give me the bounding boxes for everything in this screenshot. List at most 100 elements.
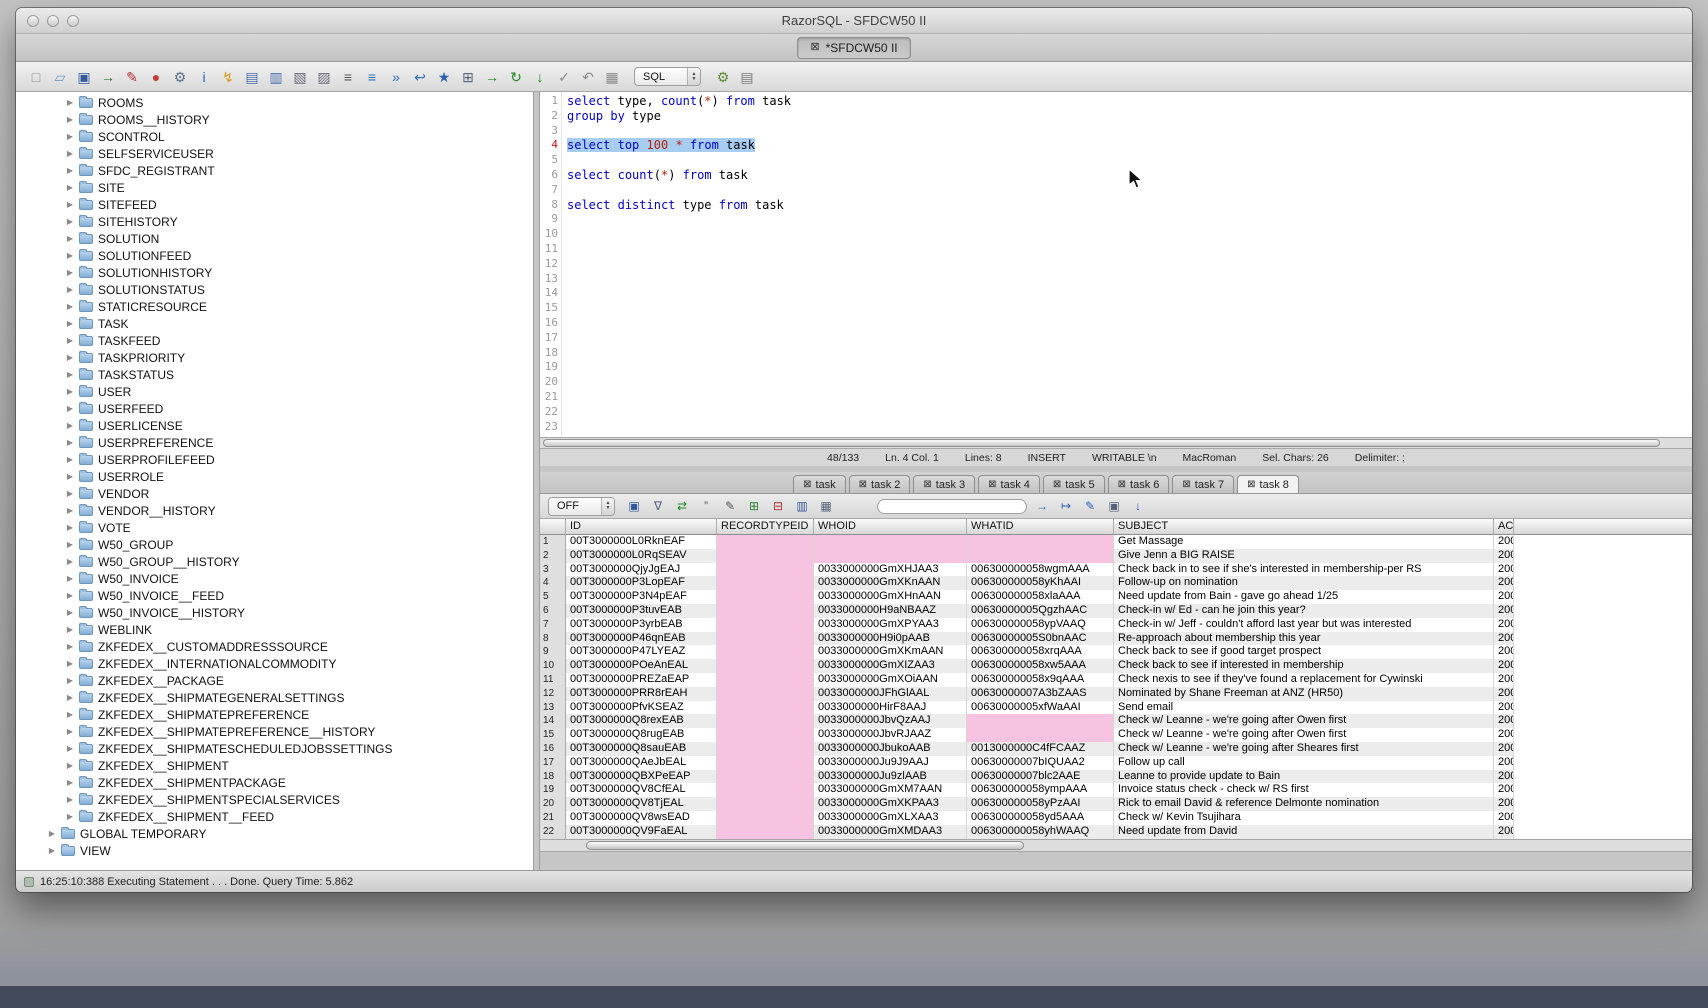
reload-icon[interactable]: ↻ <box>506 67 526 87</box>
results-tab-task-7[interactable]: ⊠task 7 <box>1172 475 1234 493</box>
cell-subject[interactable]: Check w/ Leanne - we're going after Shea… <box>1114 742 1494 756</box>
expand-arrow-icon[interactable]: ▶ <box>64 404 76 413</box>
code-line[interactable] <box>567 212 1692 227</box>
cell-id[interactable]: 00T3000000P3tuvEAB <box>566 604 717 618</box>
tree-item-w50-group-history[interactable]: ▶W50_GROUP__HISTORY <box>16 553 533 570</box>
expand-arrow-icon[interactable]: ▶ <box>64 302 76 311</box>
row-number-cell[interactable]: 15 <box>540 728 566 742</box>
cell-id[interactable]: 00T3000000POeAnEAL <box>566 659 717 673</box>
tree-item-taskstatus[interactable]: ▶TASKSTATUS <box>16 366 533 383</box>
tree-item-userrole[interactable]: ▶USERROLE <box>16 468 533 485</box>
table-row[interactable]: 700T3000000P3yrbEAB0033000000GmXPYAA3006… <box>540 618 1692 632</box>
cell-recordtypeid[interactable] <box>717 535 814 549</box>
code-line[interactable] <box>567 183 1692 198</box>
favorites-icon[interactable]: ★ <box>434 67 454 87</box>
tree-item-vendor-history[interactable]: ▶VENDOR__HISTORY <box>16 502 533 519</box>
paste-icon[interactable]: ▨ <box>314 67 334 87</box>
cell-whoid[interactable]: 0033000000Ju9zlAAB <box>814 770 967 784</box>
cell-recordtypeid[interactable] <box>717 576 814 590</box>
cell-subject[interactable]: Check-in w/ Jeff - couldn't afford last … <box>1114 618 1494 632</box>
row-number-cell[interactable]: 2 <box>540 549 566 563</box>
code-line[interactable] <box>567 316 1692 331</box>
row-number-cell[interactable]: 14 <box>540 714 566 728</box>
cell-ac[interactable]: 200 <box>1494 797 1514 811</box>
expand-arrow-icon[interactable]: ▶ <box>64 591 76 600</box>
export-icon[interactable]: ▥ <box>266 67 286 87</box>
tools-icon[interactable]: ⊞ <box>458 67 478 87</box>
insert-row-icon[interactable]: ⊞ <box>745 497 763 515</box>
cell-whoid[interactable]: 0033000000GmXOiAAN <box>814 673 967 687</box>
code-line[interactable] <box>567 405 1692 420</box>
tree-item-zkfedex-shipmatepreference[interactable]: ▶ZKFEDEX__SHIPMATEPREFERENCE <box>16 706 533 723</box>
row-limit-select[interactable]: OFF ▲ ▼ <box>548 497 615 516</box>
expand-arrow-icon[interactable]: ▶ <box>64 268 76 277</box>
expand-arrow-icon[interactable]: ▶ <box>64 761 76 770</box>
results-tab-task[interactable]: ⊠task <box>793 475 846 493</box>
format-icon[interactable]: ≡ <box>362 67 382 87</box>
expand-arrow-icon[interactable]: ▶ <box>46 846 58 855</box>
expand-arrow-icon[interactable]: ▶ <box>64 557 76 566</box>
cell-recordtypeid[interactable] <box>717 659 814 673</box>
tree-item-w50-invoice-history[interactable]: ▶W50_INVOICE__HISTORY <box>16 604 533 621</box>
close-tab-icon[interactable]: ⊠ <box>810 42 819 53</box>
column-header-ac[interactable]: AC <box>1494 519 1514 535</box>
cell-whoid[interactable]: 0033000000JbvRJAAZ <box>814 728 967 742</box>
row-number-cell[interactable]: 13 <box>540 701 566 715</box>
cell-id[interactable]: 00T3000000QjyJgEAJ <box>566 563 717 577</box>
connection-icon[interactable]: ⚙ <box>170 67 190 87</box>
cell-id[interactable]: 00T3000000QAeJbEAL <box>566 756 717 770</box>
row-number-cell[interactable]: 17 <box>540 756 566 770</box>
cell-subject[interactable]: Follow up call <box>1114 756 1494 770</box>
tree-item-vote[interactable]: ▶VOTE <box>16 519 533 536</box>
copy-table-icon[interactable]: ▦ <box>817 497 835 515</box>
cell-id[interactable]: 00T3000000QV8TjEAL <box>566 797 717 811</box>
tree-item-userpreference[interactable]: ▶USERPREFERENCE <box>16 434 533 451</box>
expand-arrow-icon[interactable]: ▶ <box>64 149 76 158</box>
tree-item-user[interactable]: ▶USER <box>16 383 533 400</box>
table-row[interactable]: 1000T3000000POeAnEAL0033000000GmXIZAA300… <box>540 659 1692 673</box>
tree-item-global-temporary[interactable]: ▶GLOBAL TEMPORARY <box>16 825 533 842</box>
row-number-cell[interactable]: 7 <box>540 618 566 632</box>
row-number-cell[interactable]: 1 <box>540 535 566 549</box>
check-icon[interactable]: ✓ <box>554 67 574 87</box>
table-row[interactable]: 1800T3000000QBXPeEAP0033000000Ju9zlAAB00… <box>540 770 1692 784</box>
log-icon[interactable]: ▤ <box>737 67 757 87</box>
cell-whoid[interactable]: 0033000000GmXKnAAN <box>814 576 967 590</box>
stepper-icon[interactable]: ▲ ▼ <box>687 68 700 85</box>
cell-id[interactable]: 00T3000000Q8rugEAB <box>566 728 717 742</box>
expand-arrow-icon[interactable]: ▶ <box>64 166 76 175</box>
cell-subject[interactable]: Need update from Bain - gave go ahead 1/… <box>1114 590 1494 604</box>
table-row[interactable]: 1100T3000000PREZaEAP0033000000GmXOiAAN00… <box>540 673 1692 687</box>
cell-ac[interactable]: 200 <box>1494 645 1514 659</box>
title-bar[interactable]: RazorSQL - SFDCW50 II <box>16 8 1692 34</box>
undo-icon[interactable]: ↶ <box>578 67 598 87</box>
tree-item-scontrol[interactable]: ▶SCONTROL <box>16 128 533 145</box>
code-line[interactable] <box>567 360 1692 375</box>
code-line[interactable] <box>567 257 1692 272</box>
row-number-cell[interactable]: 12 <box>540 687 566 701</box>
row-number-cell[interactable]: 11 <box>540 673 566 687</box>
cell-recordtypeid[interactable] <box>717 549 814 563</box>
cell-ac[interactable]: 200 <box>1494 604 1514 618</box>
tree-item-rooms-history[interactable]: ▶ROOMS__HISTORY <box>16 111 533 128</box>
copy-icon[interactable]: ▧ <box>290 67 310 87</box>
expand-arrow-icon[interactable]: ▶ <box>64 251 76 260</box>
cell-whatid[interactable]: 00630000005xfWaAAI <box>967 701 1114 715</box>
cell-ac[interactable]: 200 <box>1494 811 1514 825</box>
cell-subject[interactable]: Need update from David <box>1114 825 1494 839</box>
table-row[interactable]: 500T3000000P3N4pEAF0033000000GmXHnAAN006… <box>540 590 1692 604</box>
tree-item-taskfeed[interactable]: ▶TASKFEED <box>16 332 533 349</box>
cell-whatid[interactable]: 006300000058xrqAAA <box>967 645 1114 659</box>
tree-item-staticresource[interactable]: ▶STATICRESOURCE <box>16 298 533 315</box>
expand-arrow-icon[interactable]: ▶ <box>46 829 58 838</box>
tree-item-solutionstatus[interactable]: ▶SOLUTIONSTATUS <box>16 281 533 298</box>
tree-item-zkfedex-shipmatescheduledjobssettings[interactable]: ▶ZKFEDEX__SHIPMATESCHEDULEDJOBSSETTINGS <box>16 740 533 757</box>
cell-recordtypeid[interactable] <box>717 563 814 577</box>
cell-whoid[interactable]: 0033000000HirF8AAJ <box>814 701 967 715</box>
expand-arrow-icon[interactable]: ▶ <box>64 574 76 583</box>
cell-id[interactable]: 00T3000000QBXPeEAP <box>566 770 717 784</box>
table-row[interactable]: 400T3000000P3LopEAF0033000000GmXKnAAN006… <box>540 576 1692 590</box>
expand-arrow-icon[interactable]: ▶ <box>64 812 76 821</box>
code-line[interactable] <box>567 242 1692 257</box>
code-line[interactable] <box>567 124 1692 139</box>
